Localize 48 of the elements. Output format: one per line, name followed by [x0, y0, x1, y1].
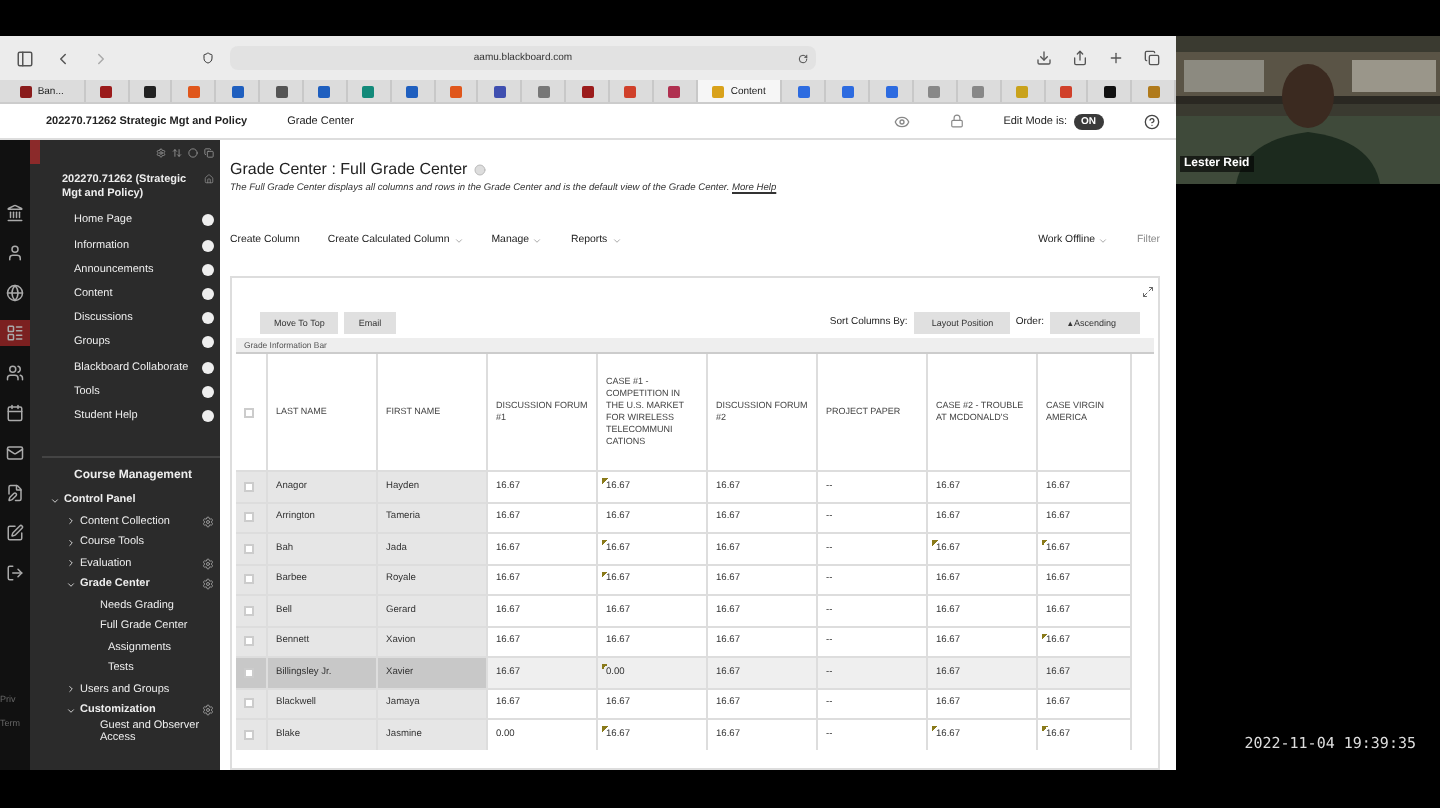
checkbox[interactable]: [244, 636, 254, 647]
tabs-icon[interactable]: [1144, 50, 1160, 66]
document-icon[interactable]: [6, 484, 24, 502]
back-icon[interactable]: [54, 49, 72, 67]
status-dot: [202, 312, 214, 325]
list-icon[interactable]: [6, 324, 24, 342]
checkbox[interactable]: [244, 667, 254, 678]
status-dot: [202, 239, 214, 252]
status-dot: [202, 214, 214, 227]
calendar-icon[interactable]: [6, 404, 24, 422]
edit-icon[interactable]: [6, 524, 24, 542]
eye-icon[interactable]: [893, 113, 910, 129]
checkbox[interactable]: [244, 512, 254, 523]
status-dot: [202, 263, 214, 276]
status-dot: [202, 385, 214, 398]
status-dot: [202, 287, 214, 300]
settings-icon[interactable]: [202, 704, 214, 717]
checkbox[interactable]: [244, 481, 254, 492]
settings-icon[interactable]: [202, 578, 214, 591]
bank-icon[interactable]: [6, 204, 24, 222]
globe-icon[interactable]: [6, 284, 24, 302]
settings-icon[interactable]: [202, 557, 214, 570]
person-icon[interactable]: [6, 244, 24, 262]
reload-icon[interactable]: [798, 53, 808, 63]
sort-icon[interactable]: [172, 148, 182, 158]
mail-icon[interactable]: [6, 444, 24, 462]
sidebar-icon[interactable]: [16, 49, 34, 67]
settings-icon[interactable]: [156, 148, 166, 158]
checkbox[interactable]: [244, 729, 254, 740]
checkbox[interactable]: [244, 574, 254, 585]
page-title: Grade Center : Full Grade Center: [230, 160, 468, 178]
checkbox[interactable]: [244, 543, 254, 554]
status-dot: [202, 409, 214, 422]
lock-icon[interactable]: [949, 114, 964, 128]
status-dot: [202, 336, 214, 349]
new-tab-icon[interactable]: [1108, 50, 1124, 66]
people-icon[interactable]: [6, 364, 24, 382]
checkbox[interactable]: [244, 605, 254, 616]
shield-icon[interactable]: [202, 52, 214, 64]
checkbox[interactable]: [244, 698, 254, 709]
help-icon[interactable]: [1144, 113, 1160, 129]
share-icon[interactable]: [1072, 50, 1088, 66]
logout-icon[interactable]: [6, 564, 24, 582]
status-dot: [202, 361, 214, 373]
download-icon[interactable]: [1036, 50, 1052, 66]
home-icon[interactable]: [204, 174, 214, 184]
checkbox[interactable]: [244, 407, 254, 417]
settings-icon[interactable]: [202, 515, 214, 528]
